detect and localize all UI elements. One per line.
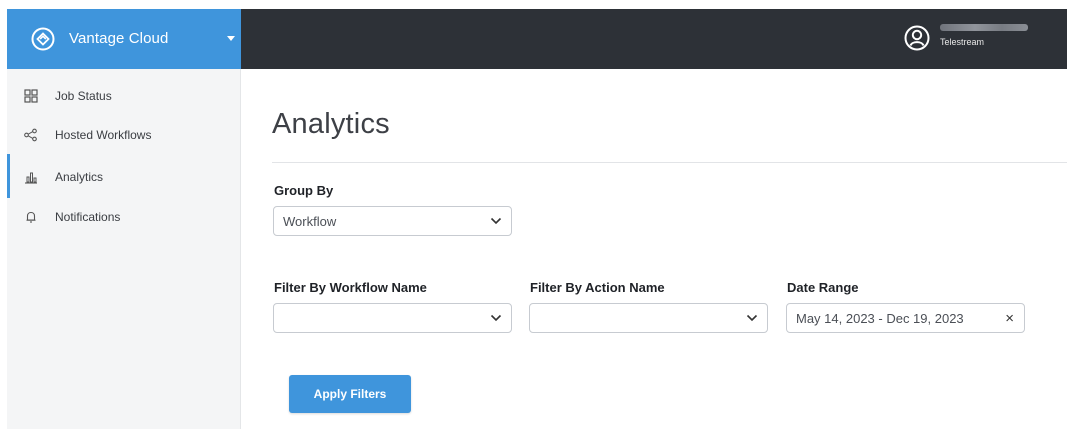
apply-filters-button[interactable]: Apply Filters [289,375,411,413]
sidebar: Job Status Hosted Workflows Analytics No… [7,69,241,429]
date-range-input[interactable]: May 14, 2023 - Dec 19, 2023 × [786,303,1025,333]
group-by-value: Workflow [283,213,337,229]
date-range-value: May 14, 2023 - Dec 19, 2023 [796,310,964,326]
workflow-name-filter-select[interactable] [273,303,512,333]
sidebar-item-notifications[interactable]: Notifications [7,203,240,231]
bar-chart-icon [25,172,37,184]
caret-down-icon[interactable] [227,36,235,41]
date-range-label: Date Range [787,280,859,295]
sidebar-item-job-status[interactable]: Job Status [7,82,240,110]
action-name-filter-select[interactable] [529,303,768,333]
chevron-down-icon [490,314,502,322]
group-by-select[interactable]: Workflow [273,206,512,236]
sidebar-item-label: Analytics [55,170,104,184]
group-by-label: Group By [274,183,334,198]
sidebar-item-label: Job Status [55,89,112,103]
user-name-redacted [940,24,1028,31]
user-organization: Telestream [940,37,985,47]
sidebar-item-label: Hosted Workflows [55,128,152,142]
chevron-down-icon [746,314,758,322]
vantage-cloud-logo-icon [31,27,55,51]
bell-icon [26,211,36,223]
user-account-icon[interactable] [903,24,931,52]
brand-name: Vantage Cloud [69,30,169,47]
top-header: Telestream [241,9,1067,69]
sidebar-item-analytics[interactable]: Analytics [7,154,240,198]
workflow-name-filter-label: Filter By Workflow Name [274,280,427,295]
title-divider [272,162,1067,163]
clear-date-icon[interactable]: × [1005,310,1014,327]
brand-switcher[interactable]: Vantage Cloud [7,9,241,69]
chevron-down-icon [490,217,502,225]
workflow-nodes-icon [24,128,37,142]
action-name-filter-label: Filter By Action Name [530,280,665,295]
page-title: Analytics [272,108,390,140]
sidebar-item-label: Notifications [55,210,121,224]
job-status-grid-icon [24,89,38,103]
sidebar-item-hosted-workflows[interactable]: Hosted Workflows [7,121,240,149]
